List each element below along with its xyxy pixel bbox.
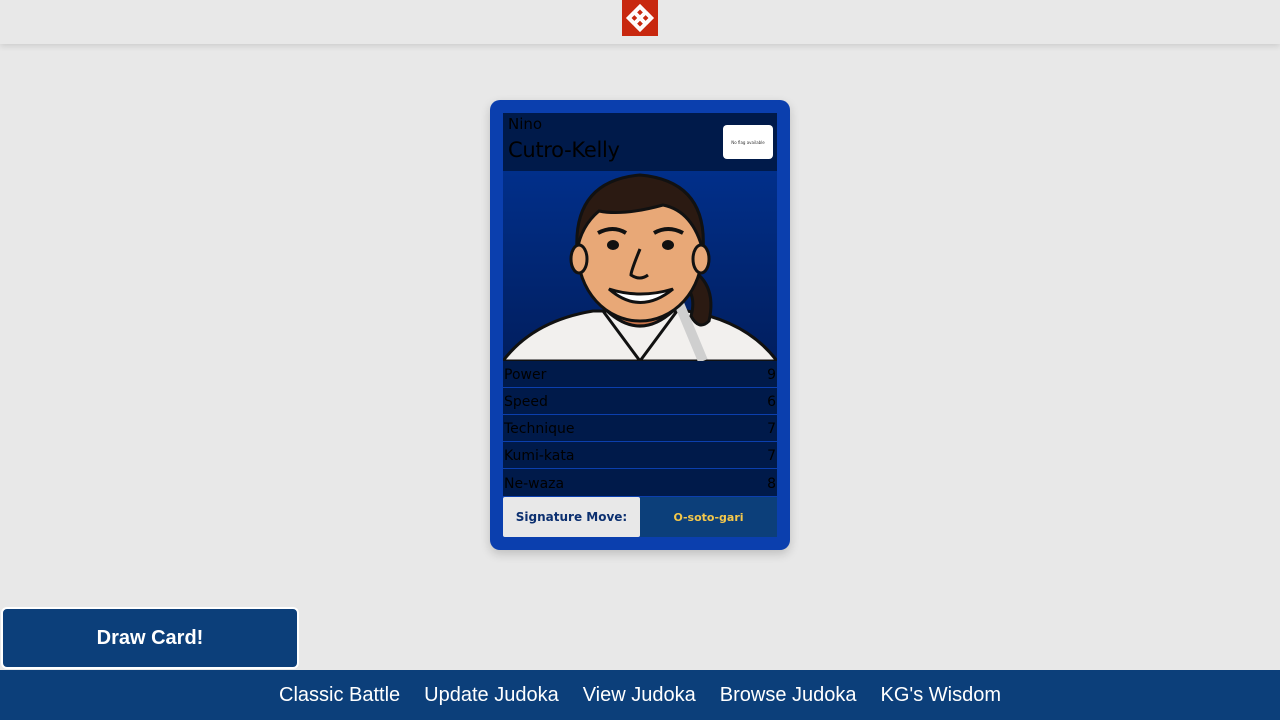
stat-label: Speed <box>504 394 548 410</box>
stats-table: Power 9 Speed 6 Technique 7 Kumi-kata 7 … <box>503 361 777 496</box>
flag-text: No flag available <box>731 139 765 145</box>
stat-row-ne-waza[interactable]: Ne-waza 8 <box>503 469 777 496</box>
stat-row-kumi-kata[interactable]: Kumi-kata 7 <box>503 442 777 469</box>
nav-kgs-wisdom[interactable]: KG's Wisdom <box>881 684 1002 707</box>
judoka-last-name: Cutro-Kelly <box>508 138 620 162</box>
stat-row-power[interactable]: Power 9 <box>503 361 777 388</box>
stat-label: Technique <box>504 421 575 437</box>
card-name-bar: Nino Cutro-Kelly No flag available <box>503 113 777 171</box>
nav-view-judoka[interactable]: View Judoka <box>583 684 696 707</box>
judoka-portrait <box>503 171 777 361</box>
judoka-first-name: Nino <box>508 115 543 133</box>
stat-value: 7 <box>767 448 776 464</box>
stat-row-technique[interactable]: Technique 7 <box>503 415 777 442</box>
signature-move-label: Signature Move: <box>503 497 640 537</box>
nav-browse-judoka[interactable]: Browse Judoka <box>720 684 857 707</box>
red-knot-logo-icon[interactable] <box>622 0 658 36</box>
signature-move: Signature Move: O-soto-gari <box>503 497 777 537</box>
stat-row-speed[interactable]: Speed 6 <box>503 388 777 415</box>
stat-value: 6 <box>767 394 776 410</box>
bottom-nav: Classic Battle Update Judoka View Judoka… <box>0 670 1280 720</box>
stat-value: 7 <box>767 421 776 437</box>
stat-value: 9 <box>767 367 776 383</box>
judoka-card[interactable]: Nino Cutro-Kelly No flag available Power… <box>490 100 790 550</box>
stat-label: Power <box>504 367 547 383</box>
stat-label: Kumi-kata <box>504 448 575 464</box>
stat-value: 8 <box>767 475 776 492</box>
flag-placeholder: No flag available <box>723 125 773 159</box>
signature-move-value: O-soto-gari <box>640 497 777 537</box>
draw-card-button[interactable]: Draw Card! <box>1 607 299 669</box>
nav-classic-battle[interactable]: Classic Battle <box>279 684 400 707</box>
nav-update-judoka[interactable]: Update Judoka <box>424 684 559 707</box>
top-header <box>0 0 1280 44</box>
stat-label: Ne-waza <box>504 475 565 492</box>
